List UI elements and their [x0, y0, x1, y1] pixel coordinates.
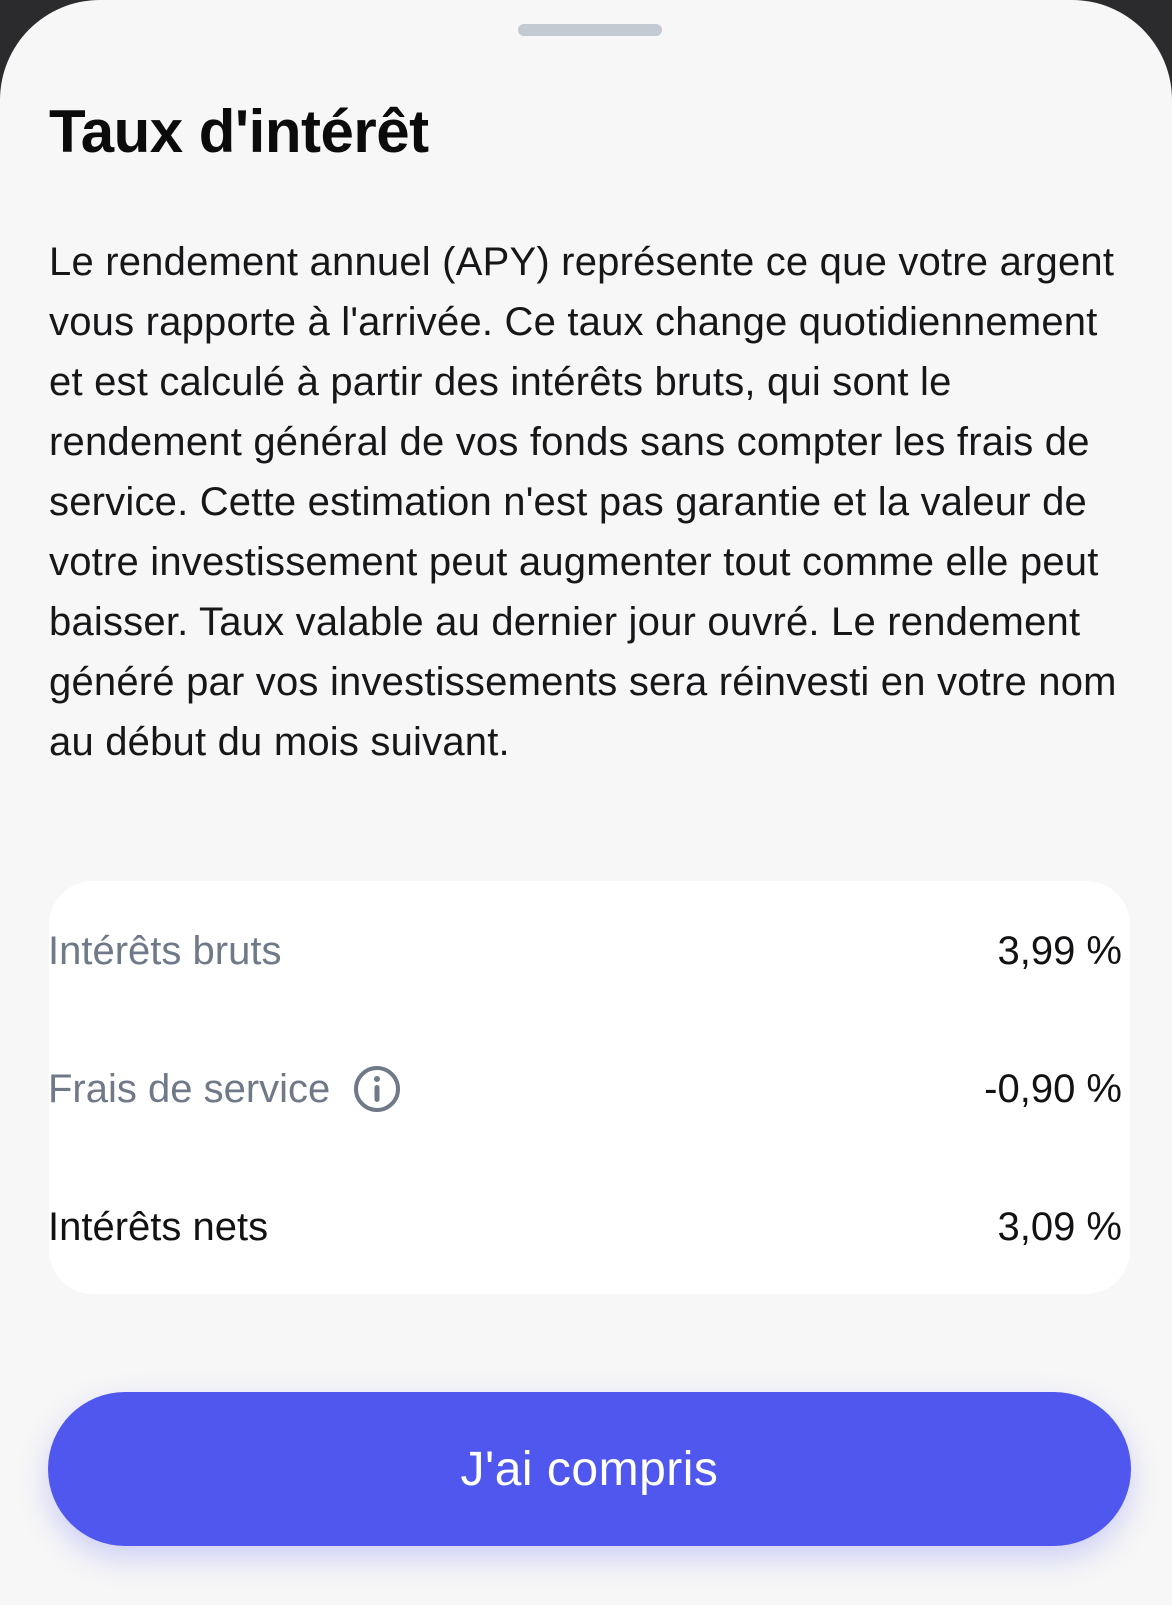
- service-fee-value: -0,90 %: [984, 1066, 1122, 1111]
- gross-interest-label: Intérêts bruts: [48, 928, 282, 973]
- rate-row-service-fee: Frais de service -0,90 %: [48, 1054, 1122, 1124]
- sheet-grabber-handle[interactable]: [518, 24, 662, 36]
- understood-button[interactable]: J'ai compris: [48, 1392, 1131, 1546]
- sheet-title: Taux d'intérêt: [49, 98, 429, 165]
- rate-row-net-interest: Intérêts nets 3,09 %: [48, 1192, 1122, 1262]
- info-icon[interactable]: [352, 1064, 402, 1114]
- gross-interest-value: 3,99 %: [997, 928, 1122, 973]
- rate-row-gross-interest: Intérêts bruts 3,99 %: [48, 916, 1122, 986]
- bottom-sheet: Taux d'intérêt Le rendement annuel (APY)…: [0, 0, 1172, 1605]
- net-interest-value: 3,09 %: [997, 1204, 1122, 1249]
- service-fee-label-group: Frais de service: [48, 1064, 402, 1114]
- service-fee-label: Frais de service: [48, 1066, 331, 1111]
- description-text: Le rendement annuel (APY) représente ce …: [49, 240, 1117, 764]
- net-interest-label: Intérêts nets: [48, 1204, 269, 1249]
